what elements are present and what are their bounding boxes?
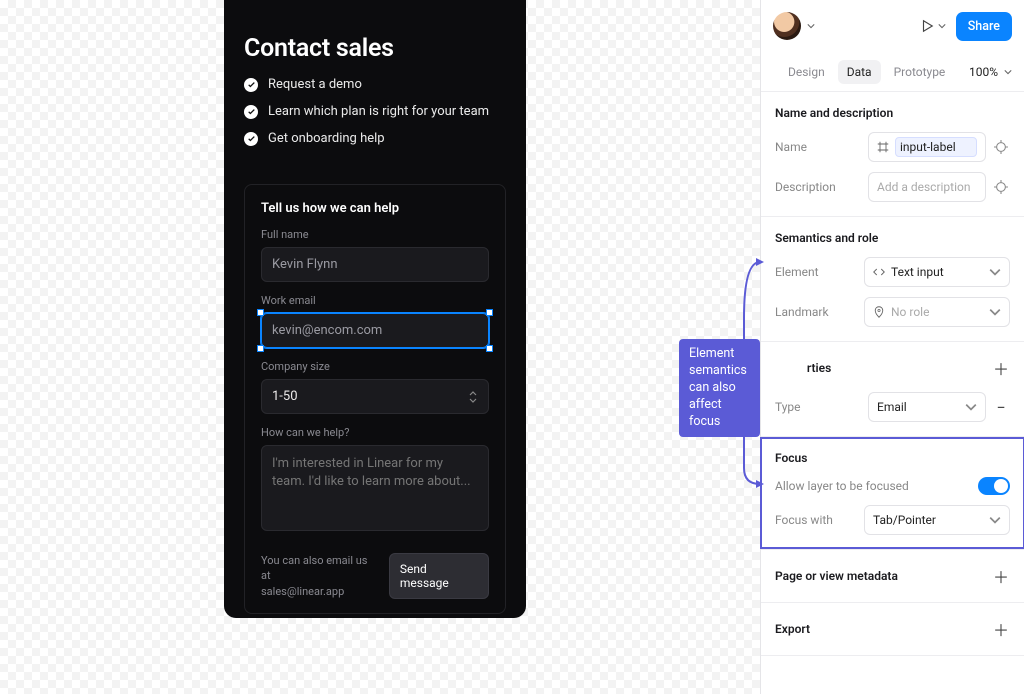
type-label: Type [775, 400, 801, 414]
focus-with-select[interactable]: Tab/Pointer [864, 505, 1010, 535]
landmark-select[interactable]: No role [864, 297, 1010, 327]
form-heading: Tell us how we can help [261, 201, 489, 216]
page-title: Contact sales [244, 34, 506, 63]
element-select[interactable]: Text input [864, 257, 1010, 287]
help-textarea[interactable] [261, 445, 489, 531]
check-icon [244, 132, 258, 146]
landmark-icon [873, 306, 885, 318]
allow-focus-label: Allow layer to be focused [775, 479, 909, 493]
selection-handle-tr[interactable] [486, 309, 493, 316]
work-email-label: Work email [261, 294, 489, 307]
description-field[interactable]: Add a description [868, 172, 986, 202]
bullet-item: Request a demo [244, 77, 506, 92]
tab-data[interactable]: Data [838, 60, 881, 84]
send-message-button[interactable]: Send message [389, 553, 489, 599]
name-field[interactable]: input-label [868, 132, 986, 162]
tab-prototype[interactable]: Prototype [885, 60, 955, 84]
help-label: How can we help? [261, 426, 489, 439]
company-size-select[interactable]: 1-50 [261, 379, 489, 414]
type-select[interactable]: Email [868, 392, 986, 422]
selection-handle-br[interactable] [486, 345, 493, 352]
chevron-down-icon [989, 514, 1001, 526]
chevron-down-icon [938, 22, 946, 30]
section-heading: Properties [775, 361, 831, 375]
section-page-metadata[interactable]: Page or view metadata ＋ [761, 550, 1024, 603]
avatar[interactable] [773, 12, 801, 40]
section-heading: Semantics and role [775, 231, 1010, 245]
allow-focus-toggle[interactable] [978, 477, 1010, 495]
chevron-down-icon [965, 401, 977, 413]
element-label: Element [775, 265, 819, 279]
add-page-metadata-button[interactable]: ＋ [992, 564, 1010, 588]
full-name-label: Full name [261, 228, 489, 241]
inspector-topbar: Share [761, 0, 1024, 52]
section-focus: Focus Allow layer to be focused Focus wi… [761, 437, 1024, 550]
canvas[interactable]: Contact sales Request a demo Learn which… [0, 0, 760, 694]
work-email-input[interactable]: kevin@encom.com [261, 313, 489, 348]
section-heading: Focus [775, 451, 1010, 465]
section-heading: Name and description [775, 106, 1010, 120]
add-property-button[interactable]: ＋ [992, 356, 1010, 380]
play-icon [920, 19, 934, 33]
chevron-down-icon[interactable] [807, 22, 815, 30]
company-size-label: Company size [261, 360, 489, 373]
share-button[interactable]: Share [956, 12, 1012, 41]
section-name-description: Name and description Name input-label De… [761, 92, 1024, 217]
landmark-label: Landmark [775, 305, 829, 319]
remove-property-button[interactable]: − [992, 398, 1010, 417]
focus-with-label: Focus with [775, 513, 833, 527]
select-chevron-icon [468, 390, 478, 404]
bullet-item: Get onboarding help [244, 131, 506, 146]
frame-icon [877, 141, 889, 153]
check-icon [244, 105, 258, 119]
contact-sales-frame[interactable]: Contact sales Request a demo Learn which… [224, 0, 526, 618]
description-label: Description [775, 180, 836, 194]
crosshair-icon[interactable] [992, 172, 1010, 202]
section-export[interactable]: Export ＋ [761, 603, 1024, 656]
check-icon [244, 78, 258, 92]
chevron-down-icon [1004, 68, 1012, 76]
tab-design[interactable]: Design [779, 60, 834, 84]
code-icon [873, 266, 885, 278]
selection-handle-tl[interactable] [257, 309, 264, 316]
section-properties: Properties ＋ Type Email − [761, 342, 1024, 437]
zoom-control[interactable]: 100% [969, 65, 1012, 79]
inspector-panel: Share Design Data Prototype 100% Name an… [760, 0, 1024, 694]
section-semantics: Semantics and role Element Text input La… [761, 217, 1024, 342]
selection-handle-bl[interactable] [257, 345, 264, 352]
add-export-button[interactable]: ＋ [992, 617, 1010, 641]
crosshair-icon[interactable] [992, 132, 1010, 162]
bullet-item: Learn which plan is right for your team [244, 104, 506, 119]
preview-button[interactable] [920, 19, 946, 33]
chevron-down-icon [989, 306, 1001, 318]
full-name-input[interactable]: Kevin Flynn [261, 247, 489, 282]
name-label: Name [775, 140, 807, 154]
chevron-down-icon [989, 266, 1001, 278]
footer-hint: You can also email us at sales@linear.ap… [261, 553, 379, 599]
inspector-tabs: Design Data Prototype 100% [761, 52, 1024, 92]
contact-form-card: Tell us how we can help Full name Kevin … [244, 184, 506, 614]
